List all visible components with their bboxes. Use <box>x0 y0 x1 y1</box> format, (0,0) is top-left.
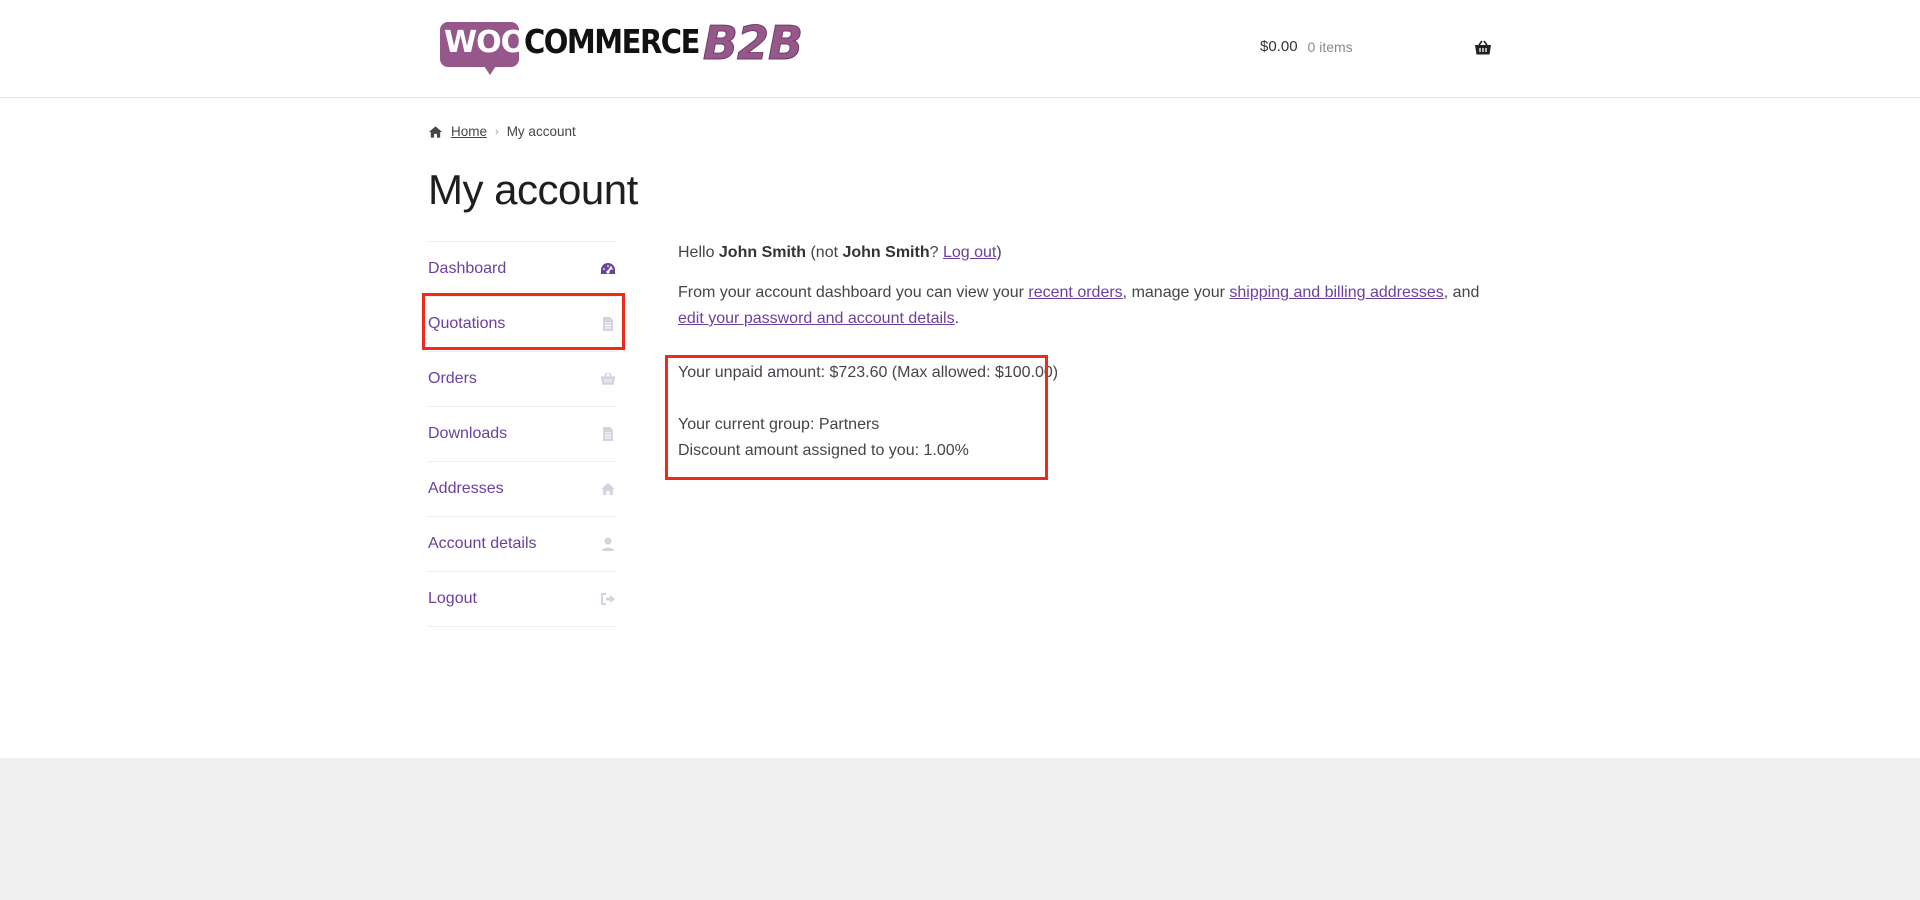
highlight-annotation-quotations <box>422 293 625 350</box>
site-logo[interactable]: WOO COMMERCE B2B <box>440 16 804 78</box>
sidebar-item-label[interactable]: Orders <box>428 370 477 388</box>
logout-link[interactable]: Log out <box>943 244 996 261</box>
sidebar-item-downloads[interactable]: Downloads <box>428 407 616 462</box>
recent-orders-link[interactable]: recent orders <box>1028 284 1122 301</box>
highlight-annotation-b2b-info <box>665 355 1048 480</box>
dashboard-intro-paragraph: From your account dashboard you can view… <box>678 284 1480 327</box>
basket-icon <box>600 372 616 385</box>
sidebar-item-logout[interactable]: Logout <box>428 572 616 627</box>
page-title: My account <box>428 166 638 213</box>
sidebar-item-addresses[interactable]: Addresses <box>428 462 616 517</box>
sidebar-item-label[interactable]: Logout <box>428 590 477 608</box>
breadcrumb-separator: › <box>495 125 499 138</box>
logo-commerce-text: COMMERCE <box>524 22 700 62</box>
sidebar-item-label[interactable]: Dashboard <box>428 260 506 278</box>
woo-logo-badge: WOO <box>440 20 526 76</box>
sidebar-item-label[interactable]: Downloads <box>428 425 507 443</box>
basket-icon[interactable] <box>1474 40 1492 56</box>
breadcrumb-home-link[interactable]: Home <box>451 124 487 139</box>
logo-b2b-text: B2B <box>702 16 803 71</box>
home-icon <box>428 125 443 138</box>
sign-out-icon <box>601 593 615 605</box>
breadcrumb: Home › My account <box>428 124 576 139</box>
cart-count[interactable]: 0 items <box>1308 39 1353 55</box>
site-footer <box>0 758 1920 900</box>
user-name: John Smith <box>718 244 807 261</box>
edit-account-link[interactable]: edit your password and account details <box>678 310 955 327</box>
site-header: WOO COMMERCE B2B $0.00 0 items <box>0 0 1920 98</box>
cart-amount[interactable]: $0.00 <box>1260 38 1298 55</box>
file-icon <box>603 427 613 441</box>
sidebar-item-account-details[interactable]: Account details <box>428 517 616 572</box>
sidebar-item-orders[interactable]: Orders <box>428 352 616 407</box>
user-icon <box>602 537 614 551</box>
sidebar-item-label[interactable]: Account details <box>428 535 537 553</box>
account-dashboard-content: Hello John Smith (not John Smith? Log ou… <box>678 240 1493 346</box>
dashboard-icon <box>601 263 615 274</box>
header-cart[interactable]: $0.00 0 items <box>1260 38 1353 55</box>
breadcrumb-current: My account <box>506 124 576 139</box>
home-icon <box>601 483 615 495</box>
sidebar-item-label[interactable]: Addresses <box>428 480 504 498</box>
addresses-link[interactable]: shipping and billing addresses <box>1229 284 1443 301</box>
greeting-paragraph: Hello John Smith (not John Smith? Log ou… <box>678 244 1002 261</box>
sidebar-item-dashboard[interactable]: Dashboard <box>428 242 616 297</box>
user-name-repeat: John Smith <box>842 244 930 261</box>
